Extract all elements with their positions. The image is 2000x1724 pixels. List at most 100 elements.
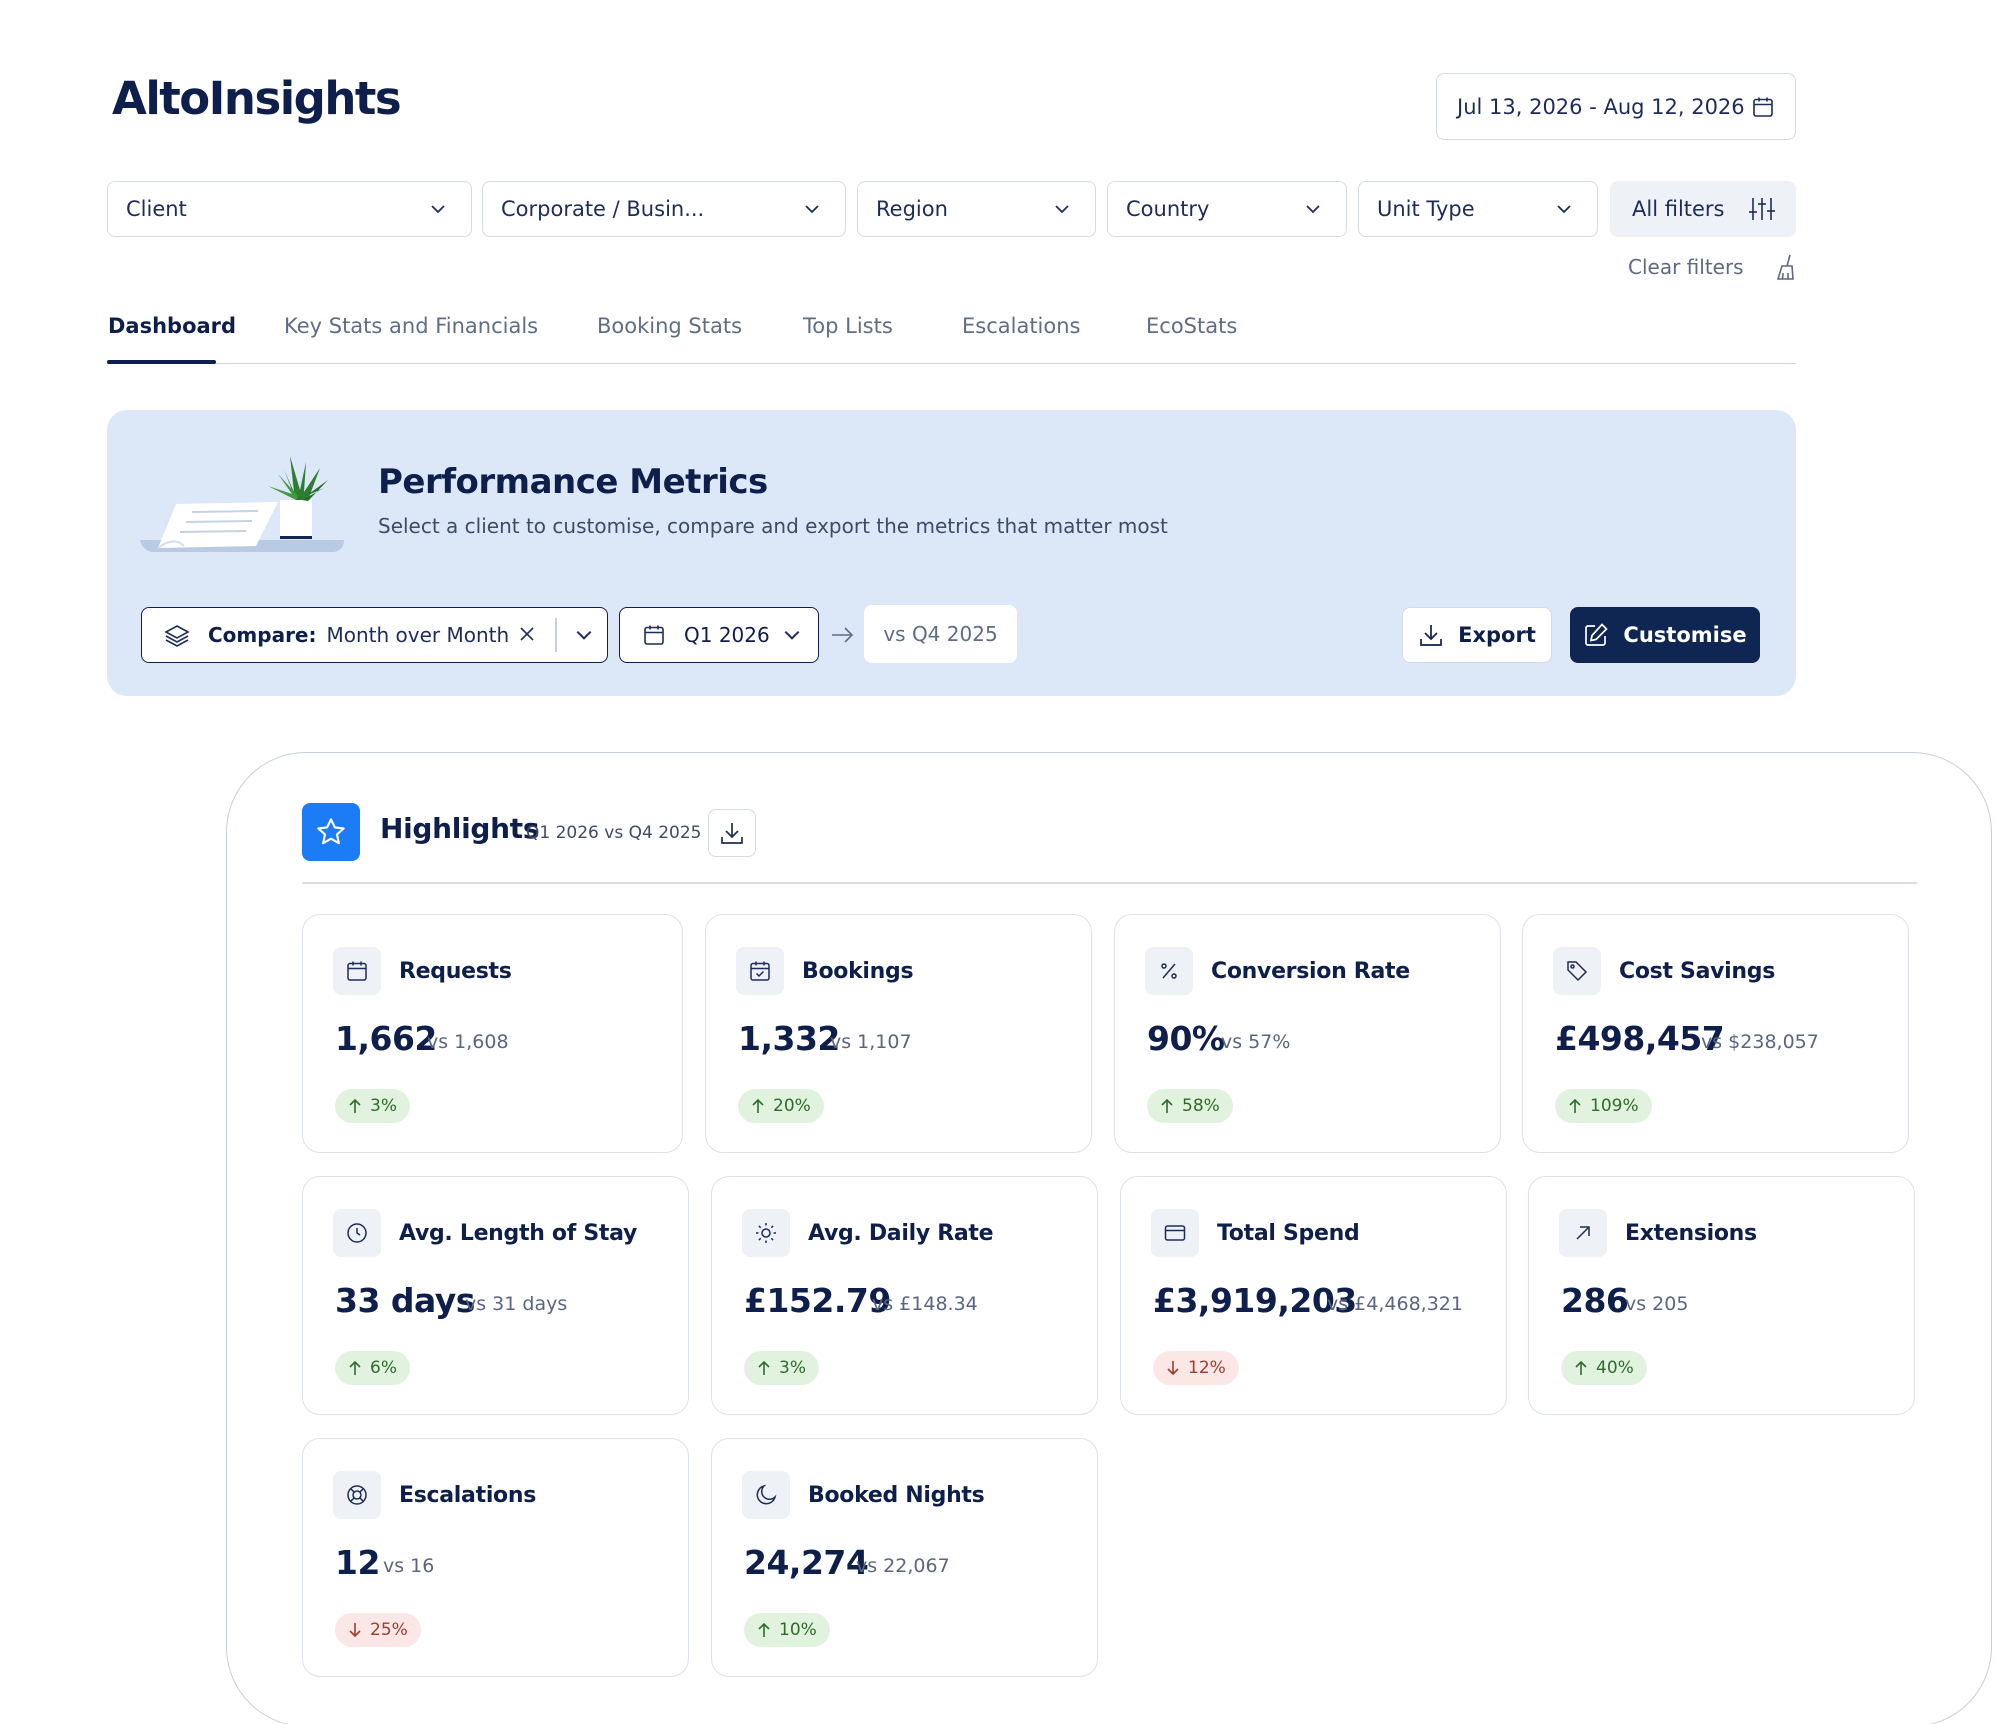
filter-region[interactable]: Region [857,181,1096,237]
tab-dashboard[interactable]: Dashboard [108,314,236,338]
metric-title: Extensions [1625,1221,1757,1246]
metric-value: 1,662 [335,1019,437,1058]
compare-select[interactable]: Compare: Month over Month [141,607,608,663]
metric-title: Cost Savings [1619,959,1776,984]
clear-filters-button[interactable]: Clear filters [1628,252,1796,282]
arrow-right-icon [830,625,854,645]
date-range-picker[interactable]: Jul 13, 2026 - Aug 12, 2026 [1436,73,1796,140]
arrow-up-icon [1574,1360,1588,1376]
change-badge: 6% [335,1351,410,1385]
metric-card-avg-daily-rate: Avg. Daily Rate £152.79 vs £148.34 3% [711,1176,1098,1415]
arrow-up-icon [751,1098,765,1114]
clock-icon [333,1209,381,1257]
metric-value: 24,274 [744,1543,869,1582]
change-badge: 58% [1147,1089,1233,1123]
export-button[interactable]: Export [1402,607,1552,663]
metric-title: Conversion Rate [1211,959,1410,984]
arrow-up-icon [1160,1098,1174,1114]
chevron-down-icon [803,200,821,218]
metric-card-booked-nights: Booked Nights 24,274 vs 22,067 10% [711,1438,1098,1677]
change-value: 12% [1188,1358,1226,1378]
change-value: 25% [370,1620,408,1640]
download-icon [719,820,745,846]
clear-filters-label: Clear filters [1628,255,1744,279]
arrow-up-icon [348,1098,362,1114]
divider [555,618,557,652]
tab-top-lists[interactable]: Top Lists [803,314,893,338]
metric-card-total-spend: Total Spend £3,919,203 vs £4,468,321 12% [1120,1176,1507,1415]
close-icon[interactable] [516,623,538,645]
calendar-icon [333,947,381,995]
highlights-subtitle: Q1 2026 vs Q4 2025 [526,823,702,843]
filter-country[interactable]: Country [1107,181,1347,237]
change-value: 20% [773,1096,811,1116]
filter-corporate[interactable]: Corporate / Busin... [482,181,846,237]
highlights-title: Highlights [380,812,540,845]
broom-icon [1774,253,1796,281]
change-badge: 3% [744,1351,819,1385]
highlights-download-button[interactable] [708,809,756,857]
tab-bar: Dashboard Key Stats and Financials Booki… [107,308,1796,364]
metric-compare: vs 31 days [465,1293,568,1315]
comparison-period: vs Q4 2025 [864,605,1017,663]
arrow-up-icon [348,1360,362,1376]
change-value: 109% [1590,1096,1639,1116]
change-badge: 12% [1153,1351,1239,1385]
edit-icon [1583,622,1609,648]
change-badge: 10% [744,1613,830,1647]
tab-booking-stats[interactable]: Booking Stats [597,314,742,338]
arrow-down-icon [1166,1360,1180,1376]
period-select[interactable]: Q1 2026 [619,607,819,663]
change-value: 3% [779,1358,806,1378]
metric-value: 90% [1147,1019,1225,1058]
metric-compare: vs 22,067 [856,1555,950,1577]
metric-compare: vs £4,468,321 [1327,1293,1463,1315]
credit-card-icon [1151,1209,1199,1257]
chevron-down-icon [1304,200,1322,218]
filter-region-label: Region [876,197,948,221]
chevron-down-icon [429,200,447,218]
chevron-down-icon [1555,200,1573,218]
performance-subtitle: Select a client to customise, compare an… [378,514,1168,538]
arrow-up-right-icon [1559,1209,1607,1257]
metric-value: 12 [335,1543,380,1582]
chevron-down-icon[interactable] [574,625,594,645]
metric-card-extensions: Extensions 286 vs 205 40% [1528,1176,1915,1415]
metric-title: Booked Nights [808,1483,985,1508]
customise-button[interactable]: Customise [1570,607,1760,663]
layers-icon [164,623,190,647]
period-value: Q1 2026 [684,623,770,647]
calendar-icon [642,623,666,647]
filter-unit-type[interactable]: Unit Type [1358,181,1598,237]
metric-value: £152.79 [744,1281,891,1320]
metric-value: £498,457 [1555,1019,1725,1058]
metric-card-bookings: Bookings 1,332 vs 1,107 20% [705,914,1092,1153]
percent-icon [1145,947,1193,995]
metric-title: Avg. Daily Rate [808,1221,994,1246]
metric-value: 33 days [335,1281,475,1320]
sun-icon [742,1209,790,1257]
tab-escalations[interactable]: Escalations [962,314,1081,338]
change-value: 10% [779,1620,817,1640]
calendar-icon [1751,95,1775,119]
export-label: Export [1458,623,1536,647]
change-badge: 3% [335,1089,410,1123]
download-icon [1418,622,1444,648]
filter-client[interactable]: Client [107,181,472,237]
arrow-up-icon [1568,1098,1582,1114]
date-range-value: Jul 13, 2026 - Aug 12, 2026 [1457,94,1745,119]
metric-value: 286 [1561,1281,1629,1320]
tab-key-stats[interactable]: Key Stats and Financials [284,314,538,338]
metric-compare: vs 1,608 [427,1031,509,1053]
metric-compare: vs £148.34 [872,1293,978,1315]
lifebuoy-icon [333,1471,381,1519]
metric-card-requests: Requests 1,662 vs 1,608 3% [302,914,683,1153]
filter-unit-type-label: Unit Type [1377,197,1475,221]
sliders-icon [1748,196,1776,222]
metric-title: Total Spend [1217,1221,1360,1246]
tab-ecostats[interactable]: EcoStats [1146,314,1237,338]
metric-card-cost-savings: Cost Savings £498,457 vs $238,057 109% [1522,914,1909,1153]
metric-compare: vs 57% [1221,1031,1291,1053]
all-filters-button[interactable]: All filters [1610,181,1796,237]
metric-title: Escalations [399,1483,537,1508]
